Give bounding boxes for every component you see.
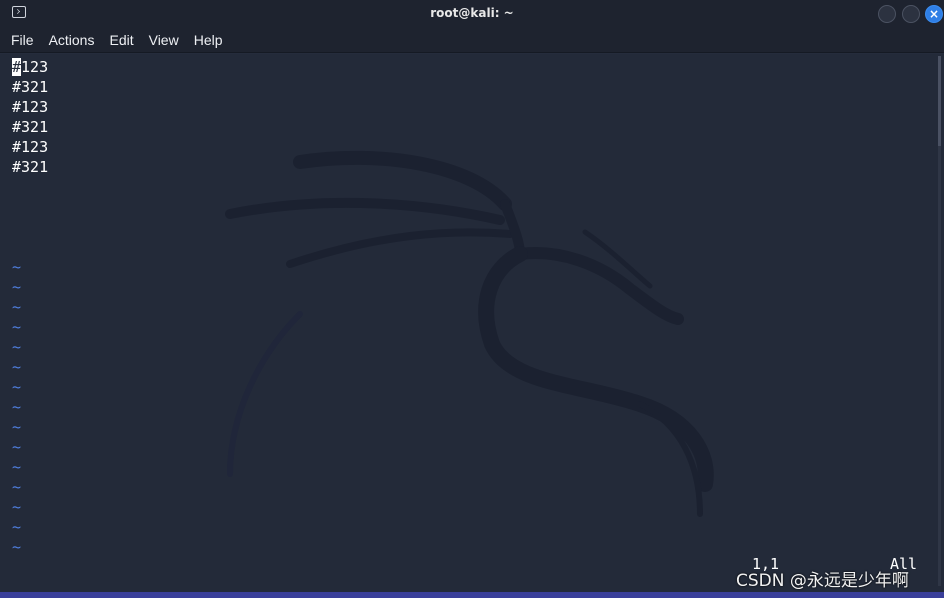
window-bottom-edge [0, 592, 944, 598]
tilde-marker: ~ [12, 538, 22, 556]
tilde-marker: ~ [12, 438, 22, 456]
menu-file[interactable]: File [11, 32, 34, 48]
tilde-marker: ~ [12, 278, 22, 296]
tilde-marker: ~ [12, 478, 22, 496]
editor-line: #123 [12, 138, 49, 156]
maximize-button[interactable] [902, 5, 920, 23]
editor-line: #321 [12, 118, 49, 136]
tilde-marker: ~ [12, 358, 22, 376]
watermark: CSDN @永远是少年啊 [736, 571, 909, 591]
menu-help[interactable]: Help [194, 32, 223, 48]
scrollbar[interactable] [938, 56, 941, 586]
editor-line: #321 [12, 78, 49, 96]
tilde-marker: ~ [12, 458, 22, 476]
title-bar[interactable]: root@kali: ~ × [0, 0, 944, 28]
editor-line-rest: 123 [21, 58, 49, 76]
scrollbar-thumb[interactable] [938, 56, 941, 146]
minimize-button[interactable] [878, 5, 896, 23]
tilde-marker: ~ [12, 338, 22, 356]
tilde-marker: ~ [12, 518, 22, 536]
terminal-window: root@kali: ~ × File Actions Edit View He… [0, 0, 944, 598]
tilde-marker: ~ [12, 398, 22, 416]
tilde-marker: ~ [12, 318, 22, 336]
text-cursor: # [12, 58, 22, 76]
tilde-marker: ~ [12, 298, 22, 316]
menu-view[interactable]: View [149, 32, 179, 48]
tilde-marker: ~ [12, 258, 22, 276]
tilde-marker: ~ [12, 378, 22, 396]
tilde-marker: ~ [12, 498, 22, 516]
editor-line: #123 [12, 57, 48, 77]
editor-line: #321 [12, 158, 49, 176]
menu-bar: File Actions Edit View Help [0, 28, 944, 53]
menu-actions[interactable]: Actions [49, 32, 95, 48]
tilde-marker: ~ [12, 418, 22, 436]
editor-line: #123 [12, 98, 49, 116]
terminal-area[interactable]: #123 #321 #123 #321 #123 #321 ~ ~ ~ ~ ~ ~ ~ ~ ~ ~… [0, 54, 944, 592]
close-icon: × [928, 7, 940, 21]
menu-edit[interactable]: Edit [109, 32, 133, 48]
window-title: root@kali: ~ [430, 6, 514, 20]
kali-dragon-logo [225, 150, 714, 517]
close-button[interactable]: × [925, 5, 943, 23]
